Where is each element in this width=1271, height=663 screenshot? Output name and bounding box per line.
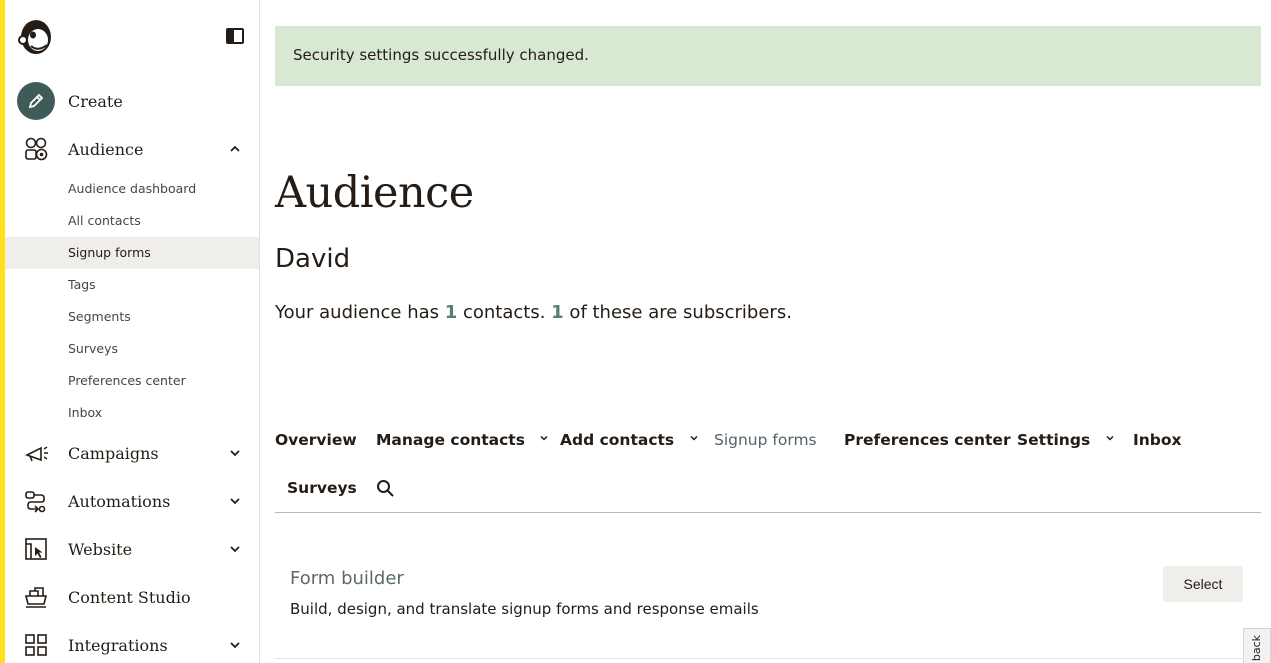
- row-divider: [275, 658, 1261, 659]
- tab-signup-forms[interactable]: Signup forms: [714, 431, 817, 449]
- sidebar-item-automations[interactable]: Automations: [5, 479, 259, 523]
- sidebar-item-label: Website: [68, 539, 133, 559]
- chevron-down-icon: [1106, 435, 1114, 441]
- tab-settings[interactable]: Settings: [1017, 431, 1114, 449]
- tab-label: Surveys: [287, 479, 357, 497]
- success-banner: Security settings successfully changed.: [275, 26, 1261, 86]
- search-icon[interactable]: [376, 479, 395, 498]
- sidebar-subitem-label: Tags: [68, 277, 96, 292]
- form-builder-select-button[interactable]: Select: [1163, 566, 1243, 602]
- subscribers-count: 1: [551, 302, 564, 323]
- audience-summary: Your audience has 1 contacts. 1 of these…: [275, 302, 792, 323]
- sidebar-subitem-preferences-center[interactable]: Preferences center: [5, 365, 259, 397]
- tab-label: Inbox: [1133, 431, 1182, 449]
- sidebar-subitem-all-contacts[interactable]: All contacts: [5, 205, 259, 237]
- tab-label: Manage contacts: [376, 431, 525, 449]
- sidebar-subitem-label: Signup forms: [68, 245, 151, 260]
- mailchimp-logo-icon[interactable]: [17, 16, 55, 56]
- automation-icon: [23, 488, 49, 514]
- chevron-down-icon[interactable]: [229, 495, 241, 507]
- audience-icon: [23, 136, 49, 162]
- chevron-down-icon: [540, 435, 548, 441]
- sidebar-subitem-tags[interactable]: Tags: [5, 269, 259, 301]
- sidebar-item-audience[interactable]: Audience: [5, 127, 259, 171]
- tab-label: Overview: [275, 431, 357, 449]
- tab-preferences-center[interactable]: Preferences center: [844, 431, 1011, 449]
- tab-add-contacts[interactable]: Add contacts: [560, 431, 698, 449]
- sidebar-subitem-label: Audience dashboard: [68, 181, 197, 196]
- tab-label: Signup forms: [714, 431, 817, 449]
- sidebar-subitem-segments[interactable]: Segments: [5, 301, 259, 333]
- sidebar-subitem-signup-forms[interactable]: Signup forms: [5, 237, 259, 269]
- sidebar-item-website[interactable]: Website: [5, 527, 259, 571]
- tab-label: Preferences center: [844, 431, 1011, 449]
- content-studio-icon: [23, 584, 49, 610]
- chevron-down-icon[interactable]: [229, 447, 241, 459]
- sidebar-item-content-studio[interactable]: Content Studio: [5, 575, 259, 619]
- sidebar-subitem-surveys[interactable]: Surveys: [5, 333, 259, 365]
- sidebar: Create Audience Audience dashboard All c…: [0, 0, 260, 663]
- website-icon: [23, 536, 49, 562]
- sidebar-subitem-label: Preferences center: [68, 373, 186, 388]
- sidebar-item-label: Automations: [68, 491, 171, 511]
- sidebar-subitem-inbox[interactable]: Inbox: [5, 397, 259, 429]
- sidebar-subitem-audience-dashboard[interactable]: Audience dashboard: [5, 173, 259, 205]
- sidebar-subitem-label: Surveys: [68, 341, 118, 356]
- sidebar-subitem-label: Segments: [68, 309, 131, 324]
- sidebar-item-campaigns[interactable]: Campaigns: [5, 431, 259, 475]
- tab-label: Add contacts: [560, 431, 675, 449]
- tab-manage-contacts[interactable]: Manage contacts: [376, 431, 548, 449]
- sidebar-item-label: Campaigns: [68, 443, 159, 463]
- contacts-count: 1: [444, 302, 458, 323]
- sidebar-item-label: Create: [68, 91, 123, 111]
- banner-message: Security settings successfully changed.: [293, 46, 589, 64]
- page-title: Audience: [275, 168, 474, 218]
- sidebar-item-label: Content Studio: [68, 587, 191, 607]
- tabs-divider: [275, 512, 1261, 513]
- sidebar-collapse-button[interactable]: [226, 28, 244, 44]
- tab-label: Settings: [1017, 431, 1091, 449]
- tab-inbox[interactable]: Inbox: [1133, 431, 1182, 449]
- sidebar-item-create[interactable]: Create: [5, 79, 259, 123]
- integrations-icon: [23, 632, 49, 658]
- chevron-up-icon[interactable]: [229, 143, 241, 155]
- feedback-tab[interactable]: back: [1243, 628, 1271, 663]
- summary-suffix: of these are subscribers.: [563, 302, 792, 323]
- megaphone-icon: [23, 440, 49, 466]
- chevron-down-icon[interactable]: [229, 639, 241, 651]
- audience-name: David: [275, 244, 351, 274]
- sidebar-item-integrations[interactable]: Integrations: [5, 623, 259, 663]
- summary-middle: contacts.: [457, 302, 552, 323]
- summary-prefix: Your audience has: [275, 302, 445, 323]
- form-builder-title: Form builder: [290, 568, 404, 589]
- tab-surveys[interactable]: Surveys: [287, 479, 357, 497]
- tab-overview[interactable]: Overview: [275, 431, 357, 449]
- pencil-icon: [17, 82, 55, 120]
- sidebar-subitem-label: All contacts: [68, 213, 141, 228]
- chevron-down-icon: [690, 435, 698, 441]
- feedback-label: back: [1250, 635, 1263, 662]
- chevron-down-icon[interactable]: [229, 543, 241, 555]
- sidebar-item-label: Audience: [68, 139, 144, 159]
- sidebar-item-label: Integrations: [68, 635, 168, 655]
- form-builder-description: Build, design, and translate signup form…: [290, 600, 759, 618]
- sidebar-subitem-label: Inbox: [68, 405, 103, 420]
